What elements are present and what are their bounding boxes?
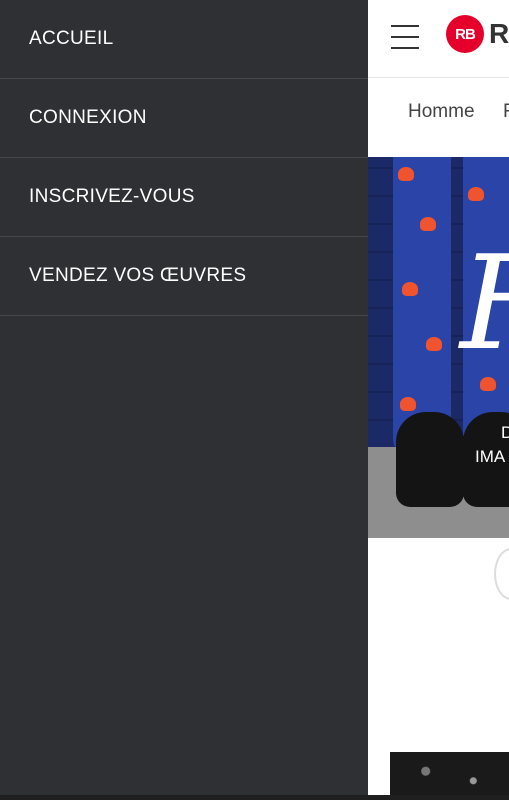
artist-avatar[interactable] bbox=[494, 548, 509, 600]
drawer-item-vendez-vos-oeuvres[interactable]: VENDEZ VOS ŒUVRES bbox=[0, 237, 368, 316]
hero-script-letter: F bbox=[460, 227, 509, 379]
drawer-item-label: INSCRIVEZ-VOUS bbox=[29, 186, 195, 207]
octopus-pattern bbox=[468, 187, 484, 201]
category-femme[interactable]: F bbox=[503, 101, 509, 123]
drawer-item-label: CONNEXION bbox=[29, 107, 147, 128]
top-bar bbox=[368, 0, 509, 78]
sneaker-left bbox=[396, 412, 464, 507]
drawer-item-label: VENDEZ VOS ŒUVRES bbox=[29, 265, 247, 286]
hero-banner[interactable]: F D IMA bbox=[368, 157, 509, 538]
drawer-item-accueil[interactable]: ACCUEIL bbox=[0, 0, 368, 79]
hero-text-line2: IMA bbox=[475, 447, 506, 466]
logo-wordmark[interactable]: RI bbox=[489, 18, 509, 50]
drawer-item-connexion[interactable]: CONNEXION bbox=[0, 79, 368, 158]
category-homme[interactable]: Homme bbox=[408, 101, 475, 123]
navigation-drawer: ACCUEIL CONNEXION INSCRIVEZ-VOUS VENDEZ … bbox=[0, 0, 368, 800]
octopus-pattern bbox=[420, 217, 436, 231]
hamburger-menu-icon[interactable] bbox=[391, 25, 419, 49]
hero-text-line1: D bbox=[501, 423, 509, 442]
octopus-pattern bbox=[480, 377, 496, 391]
octopus-pattern bbox=[402, 282, 418, 296]
drawer-item-label: ACCUEIL bbox=[29, 28, 114, 49]
octopus-pattern bbox=[426, 337, 442, 351]
product-thumbnail[interactable] bbox=[390, 752, 509, 800]
octopus-pattern bbox=[398, 167, 414, 181]
redbubble-logo-icon[interactable]: RB bbox=[446, 15, 484, 53]
drawer-item-inscrivez-vous[interactable]: INSCRIVEZ-VOUS bbox=[0, 158, 368, 237]
system-nav-edge bbox=[0, 795, 509, 800]
octopus-pattern bbox=[400, 397, 416, 411]
